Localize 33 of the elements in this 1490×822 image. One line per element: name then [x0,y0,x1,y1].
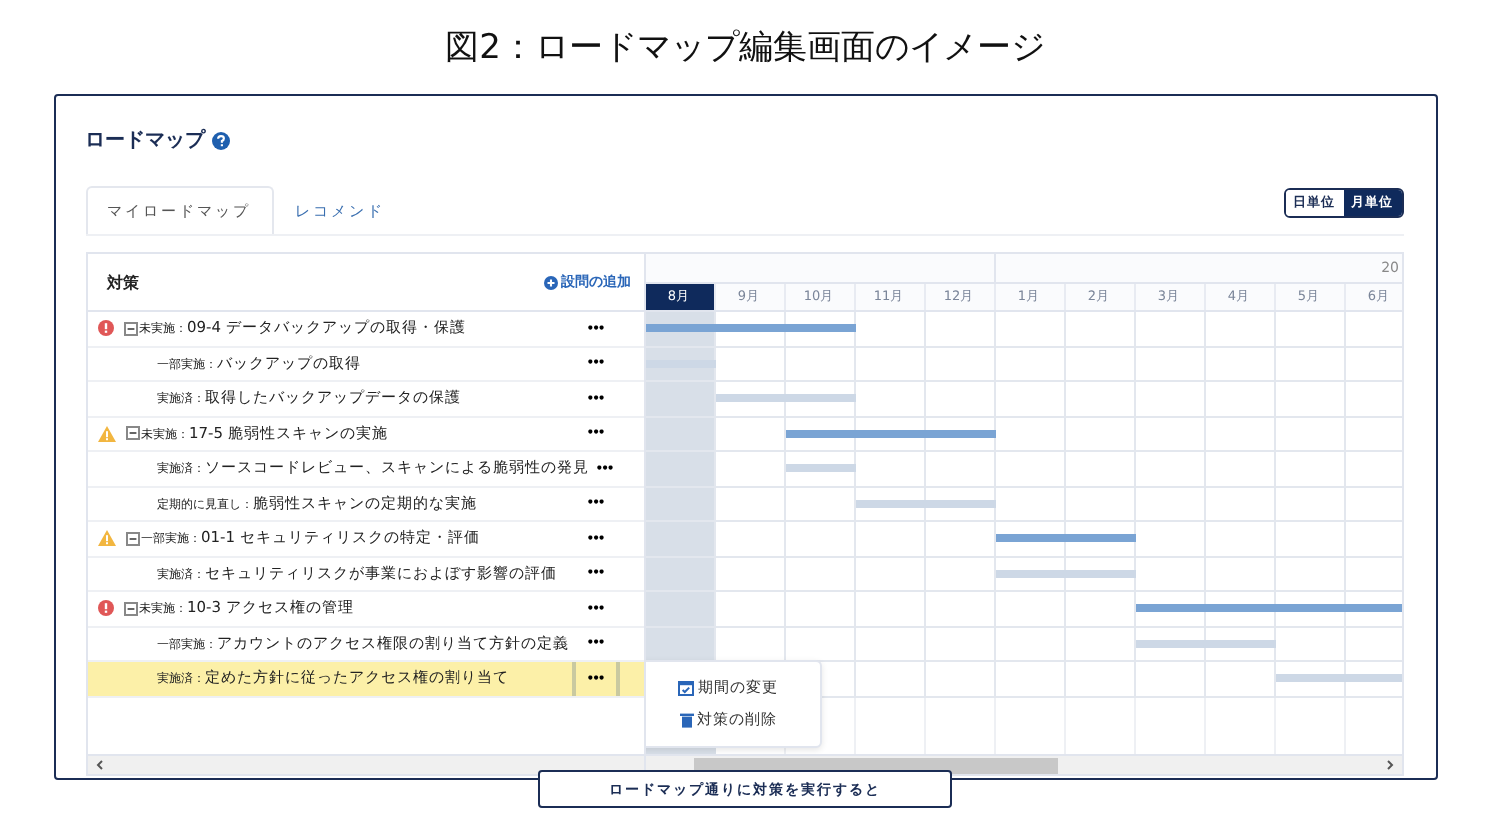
scroll-left-icon[interactable] [95,760,103,770]
collapse-icon[interactable] [125,426,139,441]
task-bar-segment[interactable] [1275,674,1345,683]
task-bar-segment[interactable] [1205,639,1275,648]
schedule-bar-segment[interactable] [1345,604,1401,613]
scrollbar-thumb[interactable] [693,757,1057,773]
collapse-icon[interactable] [123,321,137,336]
figure-caption: 図2：ロードマップ編集画面のイメージ [445,26,1045,72]
task-bar-segment[interactable] [785,394,855,403]
schedule-bar-segment[interactable] [925,429,995,438]
task-bar-segment[interactable] [785,464,855,473]
schedule-bar-segment[interactable] [1065,534,1135,543]
task-bar-segment[interactable] [855,499,925,508]
task-bar-segment[interactable] [995,569,1065,578]
schedule-bar-segment[interactable] [785,429,855,438]
calendar-icon [678,680,694,696]
collapse-icon[interactable] [125,531,139,546]
page-title: ロードマップ [85,126,205,154]
trash-icon [679,712,693,728]
task-bar-segment[interactable] [1065,569,1135,578]
schedule-bar-segment[interactable] [995,534,1065,543]
task-bar-segment[interactable] [925,499,995,508]
task-bar-segment[interactable] [715,394,785,403]
column-header: 対策 [107,271,139,293]
schedule-bar-segment[interactable] [1135,604,1205,613]
task-bar-segment[interactable] [1345,674,1401,683]
help-icon[interactable] [211,131,229,149]
plus-icon [543,275,557,289]
scroll-right-icon[interactable] [1385,760,1393,770]
task-bar-segment[interactable] [1135,639,1205,648]
schedule-bar-segment[interactable] [645,324,715,333]
schedule-bar-segment[interactable] [785,324,855,333]
collapse-icon[interactable] [123,601,137,616]
